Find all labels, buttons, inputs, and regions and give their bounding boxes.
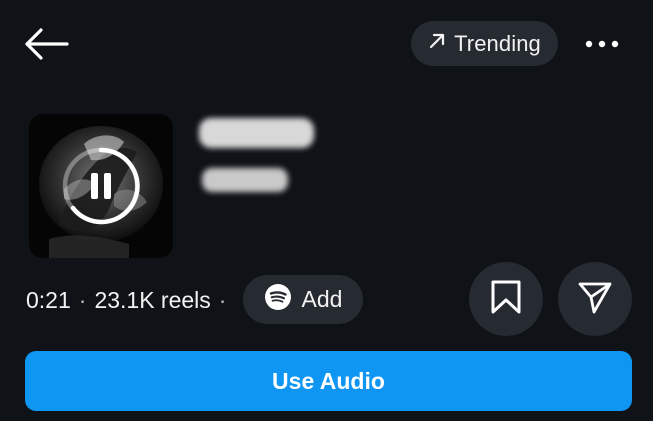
back-button[interactable]	[22, 26, 70, 66]
reels-count-text[interactable]: 23.1K reels	[94, 287, 210, 314]
spotify-add-button[interactable]: Add	[243, 275, 363, 324]
send-icon	[577, 279, 613, 320]
track-title-redacted	[199, 118, 314, 148]
more-horizontal-icon	[585, 35, 619, 53]
meta-separator: ·	[78, 286, 87, 313]
pause-button[interactable]	[61, 146, 141, 226]
pause-icon	[62, 147, 140, 225]
arrow-left-icon	[23, 26, 69, 67]
share-audio-button[interactable]	[558, 262, 632, 336]
track-artist-redacted	[202, 168, 288, 192]
trending-label: Trending	[454, 30, 541, 56]
duration-text: 0:21	[26, 286, 71, 313]
spotify-icon	[264, 283, 292, 316]
album-cover[interactable]	[29, 114, 173, 258]
arrow-up-right-icon	[428, 32, 446, 55]
use-audio-label: Use Audio	[272, 367, 385, 394]
spotify-add-label: Add	[301, 286, 343, 312]
save-audio-button[interactable]	[469, 262, 543, 336]
use-audio-button[interactable]: Use Audio	[25, 351, 632, 411]
trending-button[interactable]: Trending	[411, 21, 558, 66]
meta-separator-trailing: ·	[218, 286, 227, 313]
audio-meta: 0:21 · 23.1K reels ·	[26, 284, 234, 316]
more-options-button[interactable]	[580, 28, 624, 60]
bookmark-icon	[489, 279, 523, 320]
